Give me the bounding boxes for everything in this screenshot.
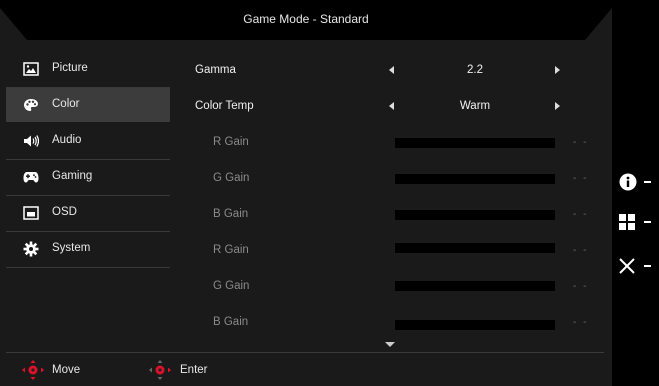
joystick-move-icon bbox=[22, 360, 44, 380]
color-temp-value: Warm bbox=[459, 100, 491, 112]
dash bbox=[644, 221, 651, 223]
menu-label: Gaming bbox=[52, 170, 93, 182]
gamma-increase-arrow[interactable] bbox=[555, 66, 560, 74]
r-gain-slider[interactable] bbox=[395, 243, 555, 253]
grid-button[interactable] bbox=[618, 212, 658, 232]
menu-item-system[interactable]: System bbox=[6, 232, 170, 266]
r-gain-label: R Gain bbox=[213, 136, 249, 148]
menu-label: OSD bbox=[52, 206, 77, 218]
b-gain-slider[interactable] bbox=[395, 320, 555, 330]
g-gain-label: G Gain bbox=[213, 280, 250, 292]
menu-item-audio[interactable]: Audio bbox=[6, 124, 170, 158]
speaker-icon bbox=[24, 135, 39, 147]
menu-label: System bbox=[52, 242, 91, 254]
gamma-label: Gamma bbox=[195, 64, 236, 76]
dash bbox=[644, 265, 651, 267]
r-gain-value: - - bbox=[573, 137, 589, 148]
menu-item-color[interactable]: Color bbox=[6, 88, 170, 122]
b-gain-label: B Gain bbox=[213, 316, 249, 328]
gamepad-icon bbox=[23, 172, 39, 183]
menu-label: Picture bbox=[52, 62, 88, 74]
osd-title: Game Mode - Standard bbox=[243, 12, 369, 26]
menu-label: Audio bbox=[52, 134, 82, 146]
r-gain-slider[interactable] bbox=[395, 138, 555, 148]
osd-panel: Game Mode - Standard Picture Color Audio bbox=[0, 0, 612, 386]
info-icon bbox=[619, 173, 637, 191]
joystick-enter-icon bbox=[149, 360, 171, 380]
move-hint-label: Move bbox=[52, 364, 81, 376]
gear-icon bbox=[23, 241, 39, 257]
palette-icon bbox=[24, 99, 38, 111]
close-button[interactable] bbox=[618, 256, 658, 276]
b-gain-value: - - bbox=[573, 317, 589, 328]
menu-item-picture[interactable]: Picture bbox=[6, 52, 170, 86]
grid-icon bbox=[619, 214, 635, 230]
color-temp-decrease-arrow[interactable] bbox=[389, 102, 394, 110]
g-gain-slider[interactable] bbox=[395, 281, 555, 291]
color-temp-increase-arrow[interactable] bbox=[555, 102, 560, 110]
menu-label: Color bbox=[52, 98, 80, 110]
osd-icon bbox=[23, 206, 39, 220]
divider bbox=[6, 352, 604, 353]
gamma-decrease-arrow[interactable] bbox=[389, 66, 394, 74]
b-gain-label: B Gain bbox=[213, 208, 249, 220]
b-gain-slider[interactable] bbox=[395, 210, 555, 220]
picture-icon bbox=[23, 62, 39, 76]
gamma-value: 2.2 bbox=[467, 64, 483, 76]
title-bar: Game Mode - Standard bbox=[0, 0, 612, 40]
r-gain-label: R Gain bbox=[213, 244, 249, 256]
g-gain-value: - - bbox=[573, 173, 589, 184]
close-icon bbox=[619, 258, 635, 274]
divider bbox=[6, 267, 170, 268]
info-button[interactable] bbox=[618, 172, 658, 192]
scroll-down-arrow[interactable] bbox=[385, 342, 395, 347]
dash bbox=[644, 181, 651, 183]
enter-hint-label: Enter bbox=[180, 364, 208, 376]
g-gain-slider[interactable] bbox=[395, 174, 555, 184]
b-gain-value: - - bbox=[573, 209, 589, 220]
g-gain-label: G Gain bbox=[213, 172, 250, 184]
r-gain-value: - - bbox=[573, 245, 589, 256]
menu-item-gaming[interactable]: Gaming bbox=[6, 160, 170, 194]
color-temp-label: Color Temp bbox=[195, 100, 254, 112]
menu-item-osd[interactable]: OSD bbox=[6, 196, 170, 230]
g-gain-value: - - bbox=[573, 281, 589, 292]
